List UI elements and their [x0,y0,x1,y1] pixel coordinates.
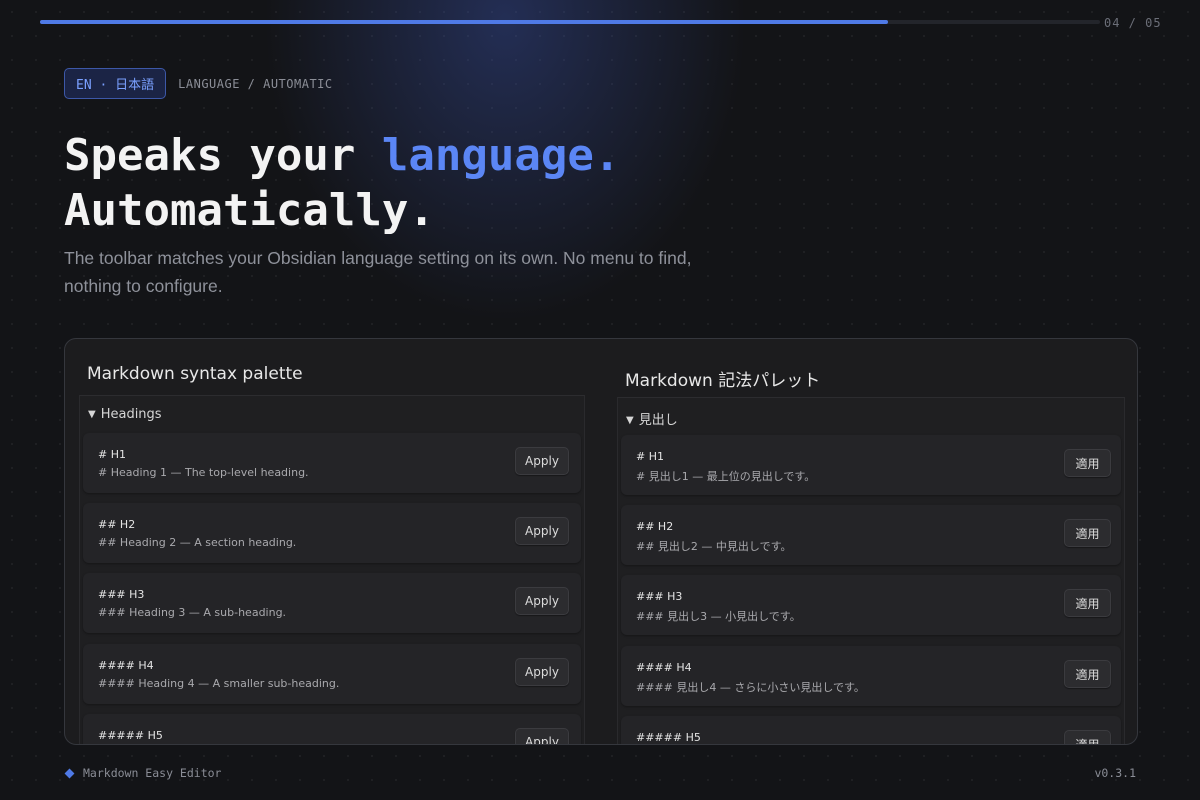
apply-button[interactable]: 適用 [1064,589,1111,617]
palette-english: Markdown syntax palette ▼ Headings # H1 #… [79,339,585,744]
version-label: v0.3.1 [1094,766,1136,780]
palette-item-h3: ### H3 ### Heading 3 — A sub-heading. Ap… [83,573,581,633]
palette-item-h2: ## H2 ## Heading 2 — A section heading. … [83,503,581,563]
triangle-down-icon: ▼ [626,415,634,426]
apply-button[interactable]: Apply [515,658,569,686]
section-label: 見出し [638,413,678,428]
item-title: # H1 [98,448,126,461]
palette-item-h1: # H1 # 見出し1 — 最上位の見出しです。 適用 [621,435,1121,495]
headline-accent: language. [381,130,621,181]
page-title: Speaks your language. Automatically. [64,128,620,238]
palette-item-h4: #### H4 #### Heading 4 — A smaller sub-h… [83,644,581,704]
item-description: # Heading 1 — The top-level heading. [98,466,309,479]
item-title: ## H2 [98,518,136,531]
item-title: ## H2 [636,520,674,533]
item-title: ### H3 [636,590,683,603]
item-description: #### 見出し4 — さらに小さい見出しです。 [636,681,865,694]
progress-bar [40,20,1100,24]
item-title: ### H3 [98,588,145,601]
item-description: ## 見出し2 — 中見出しです。 [636,540,792,553]
apply-button[interactable]: Apply [515,728,569,744]
footer-brand: Markdown Easy Editor [64,766,221,780]
apply-button[interactable]: Apply [515,447,569,475]
item-description: # 見出し1 — 最上位の見出しです。 [636,470,816,483]
headline-line2: Automatically. [64,185,435,236]
headline-part1: Speaks your [64,130,382,181]
section-label: Headings [100,407,162,422]
apply-button[interactable]: 適用 [1064,730,1111,744]
palette-title: Markdown 記法パレット [625,371,821,391]
page-counter: 04 / 05 [1104,16,1162,30]
item-description: ### Heading 3 — A sub-heading. [98,606,287,619]
language-badge: EN · 日本語 [64,68,167,99]
palette-item-h2: ## H2 ## 見出し2 — 中見出しです。 適用 [621,505,1121,565]
tag-caption: LANGUAGE / AUTOMATIC [178,76,333,91]
item-title: # H1 [636,450,664,463]
palette-item-h5: ##### H5 Apply [83,714,581,744]
palette-item-h4: #### H4 #### 見出し4 — さらに小さい見出しです。 適用 [621,646,1121,706]
brand-name: Markdown Easy Editor [83,766,222,780]
palette-japanese: Markdown 記法パレット ▼ 見出し # H1 # 見出し1 — 最上位の見… [617,339,1125,744]
section-header[interactable]: ▼ Headings [88,407,162,422]
apply-button[interactable]: Apply [515,587,569,615]
palette-item-h5: ##### H5 適用 [621,716,1121,744]
item-description: #### Heading 4 — A smaller sub-heading. [98,677,340,690]
subtitle: The toolbar matches your Obsidian langua… [64,248,692,296]
item-description: ## Heading 2 — A section heading. [98,536,297,549]
palette-screenshot: Markdown syntax palette ▼ Headings # H1 #… [64,338,1138,745]
language-tag-row: EN · 日本語 LANGUAGE / AUTOMATIC [64,68,333,99]
headings-section: ▼ Headings # H1 # Heading 1 — The top-lev… [79,395,585,744]
diamond-icon [64,768,75,778]
apply-button[interactable]: 適用 [1064,660,1111,688]
item-description: ### 見出し3 — 小見出しです。 [636,610,801,623]
item-title: #### H4 [98,659,154,672]
palette-title: Markdown syntax palette [87,364,303,384]
item-title: ##### H5 [636,731,701,744]
apply-button[interactable]: 適用 [1064,449,1111,477]
apply-button[interactable]: 適用 [1064,519,1111,547]
triangle-down-icon: ▼ [88,409,96,420]
palette-item-h3: ### H3 ### 見出し3 — 小見出しです。 適用 [621,575,1121,635]
palette-item-h1: # H1 # Heading 1 — The top-level heading… [83,433,581,493]
headings-section: ▼ 見出し # H1 # 見出し1 — 最上位の見出しです。 適用 ## H2 #… [617,397,1125,744]
item-title: ##### H5 [98,729,163,742]
section-header[interactable]: ▼ 見出し [626,409,678,428]
progress-fill [40,20,888,24]
item-title: #### H4 [636,661,692,674]
apply-button[interactable]: Apply [515,517,569,545]
